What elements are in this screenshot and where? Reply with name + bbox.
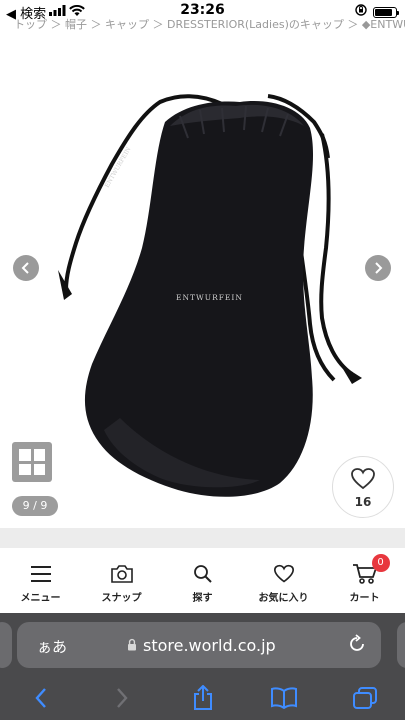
cart-icon bbox=[325, 563, 405, 585]
breadcrumb[interactable]: トップ ＞ 帽子 ＞ キャップ ＞ DRESSTERIOR(Ladies)のキャ… bbox=[14, 16, 405, 32]
search-button[interactable]: 探す bbox=[163, 563, 243, 604]
back-button[interactable] bbox=[21, 683, 61, 713]
cart-button[interactable]: カート 0 bbox=[325, 554, 405, 604]
cart-label: カート bbox=[349, 593, 380, 604]
favorite-button[interactable]: 16 bbox=[332, 456, 394, 518]
tabs-icon bbox=[352, 687, 377, 709]
cart-count-badge: 0 bbox=[371, 554, 390, 572]
battery-fill bbox=[375, 8, 392, 16]
next-tab-edge[interactable] bbox=[397, 622, 405, 668]
snap-button[interactable]: スナップ bbox=[82, 563, 162, 604]
share-icon bbox=[193, 685, 212, 710]
menu-label: メニュー bbox=[20, 593, 61, 604]
previous-image-button[interactable] bbox=[13, 255, 39, 281]
product-gallery[interactable]: ENTWURFEIN ENTWURFEIN 9 / 9 16 bbox=[0, 38, 405, 528]
share-button[interactable] bbox=[183, 683, 223, 713]
bag-brand-text: ENTWURFEIN bbox=[176, 293, 243, 302]
heart-icon bbox=[351, 468, 375, 490]
product-image: ENTWURFEIN ENTWURFEIN bbox=[58, 94, 362, 497]
bookmarks-button[interactable] bbox=[264, 683, 304, 713]
chevron-right-icon bbox=[116, 688, 128, 708]
favorite-count: 16 bbox=[354, 495, 372, 509]
snap-label: スナップ bbox=[101, 593, 142, 604]
favorites-button[interactable]: お気に入り bbox=[244, 563, 324, 604]
favorites-label: お気に入り bbox=[258, 593, 309, 604]
menu-button[interactable]: メニュー bbox=[1, 563, 81, 604]
reload-icon[interactable] bbox=[347, 634, 367, 658]
hamburger-icon bbox=[1, 563, 81, 585]
search-icon bbox=[163, 563, 243, 585]
tabs-button[interactable] bbox=[345, 683, 385, 713]
address-bar[interactable]: ぁあ store.world.co.jp bbox=[17, 622, 381, 668]
page: ◀ 検索 23:26 トップ ＞ 帽子 ＞ キャップ ＞ DRESSTERIOR… bbox=[0, 0, 405, 720]
grid-icon bbox=[19, 449, 31, 461]
browser-toolbar bbox=[0, 678, 405, 718]
search-label: 探す bbox=[192, 593, 213, 604]
lock-icon bbox=[127, 636, 137, 655]
next-image-button[interactable] bbox=[365, 255, 391, 281]
heart-icon bbox=[244, 563, 324, 585]
book-icon bbox=[270, 687, 297, 709]
section-separator bbox=[0, 528, 405, 548]
image-page-counter: 9 / 9 bbox=[12, 496, 58, 516]
url-text: store.world.co.jp bbox=[143, 636, 276, 655]
forward-button[interactable] bbox=[102, 683, 142, 713]
camera-icon bbox=[82, 563, 162, 585]
reader-options-button[interactable]: ぁあ bbox=[37, 636, 67, 657]
chevron-left-icon bbox=[34, 688, 46, 708]
bottom-menu: メニュー スナップ 探す お気に入り カート 0 bbox=[0, 548, 405, 613]
thumbnail-grid-button[interactable] bbox=[12, 442, 52, 482]
browser-chrome: ぁあ store.world.co.jp bbox=[0, 613, 405, 720]
previous-tab-edge[interactable] bbox=[0, 622, 12, 668]
